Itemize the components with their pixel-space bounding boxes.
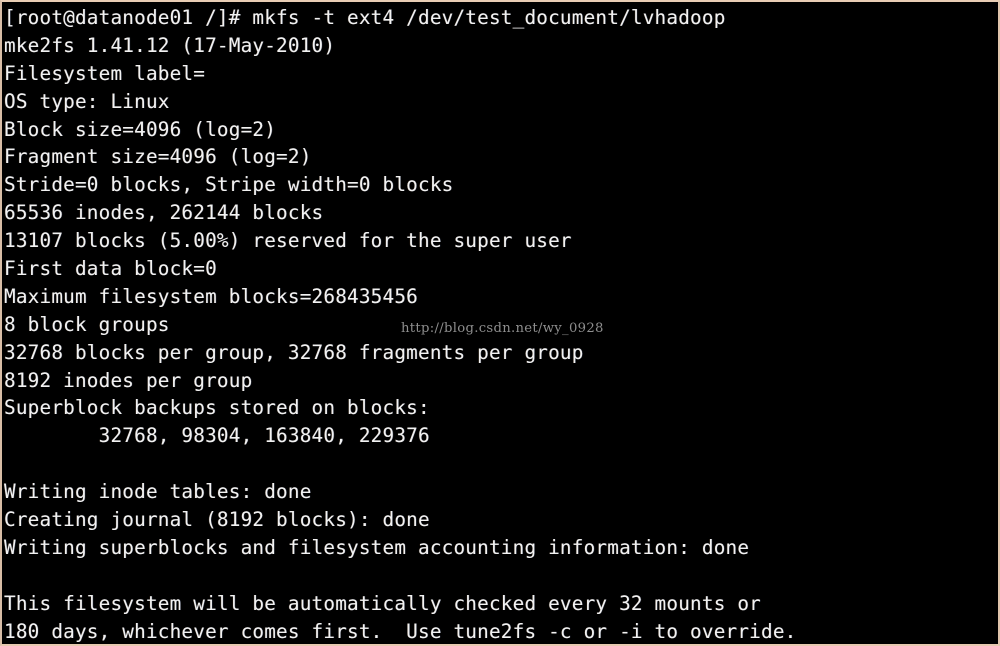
terminal-line: Superblock backups stored on blocks: [4,396,430,420]
terminal-line: Writing superblocks and filesystem accou… [4,535,750,559]
terminal-line: Filesystem label= [4,61,206,85]
terminal-output: [root@datanode01 /]# mkfs -t ext4 /dev/t… [2,4,998,644]
terminal-line: 180 days, whichever comes first. Use tun… [4,619,797,643]
terminal-line: 8192 inodes per group [4,368,253,392]
terminal-line: Block size=4096 (log=2) [4,117,277,141]
terminal-line: 32768 blocks per group, 32768 fragments … [4,340,584,364]
terminal-line: 13107 blocks (5.00%) reserved for the su… [4,229,572,253]
terminal-line: Stride=0 blocks, Stripe width=0 blocks [4,173,454,197]
terminal-line: OS type: Linux [4,89,170,113]
terminal-line: 8 block groups [4,312,170,336]
terminal-line: Creating journal (8192 blocks): done [4,508,430,532]
terminal-line: 32768, 98304, 163840, 229376 [4,424,430,448]
terminal-line: Maximum filesystem blocks=268435456 [4,284,418,308]
terminal-line: [root@datanode01 /]# mkfs -t ext4 /dev/t… [4,6,726,29]
terminal-window[interactable]: [root@datanode01 /]# mkfs -t ext4 /dev/t… [0,0,1000,646]
terminal-line: Fragment size=4096 (log=2) [4,145,312,169]
terminal-line: mke2fs 1.41.12 (17-May-2010) [4,33,336,57]
terminal-line: First data block=0 [4,257,217,281]
terminal-line: 65536 inodes, 262144 blocks [4,201,324,225]
terminal-line: Writing inode tables: done [4,480,312,504]
terminal-line: This filesystem will be automatically ch… [4,591,762,615]
